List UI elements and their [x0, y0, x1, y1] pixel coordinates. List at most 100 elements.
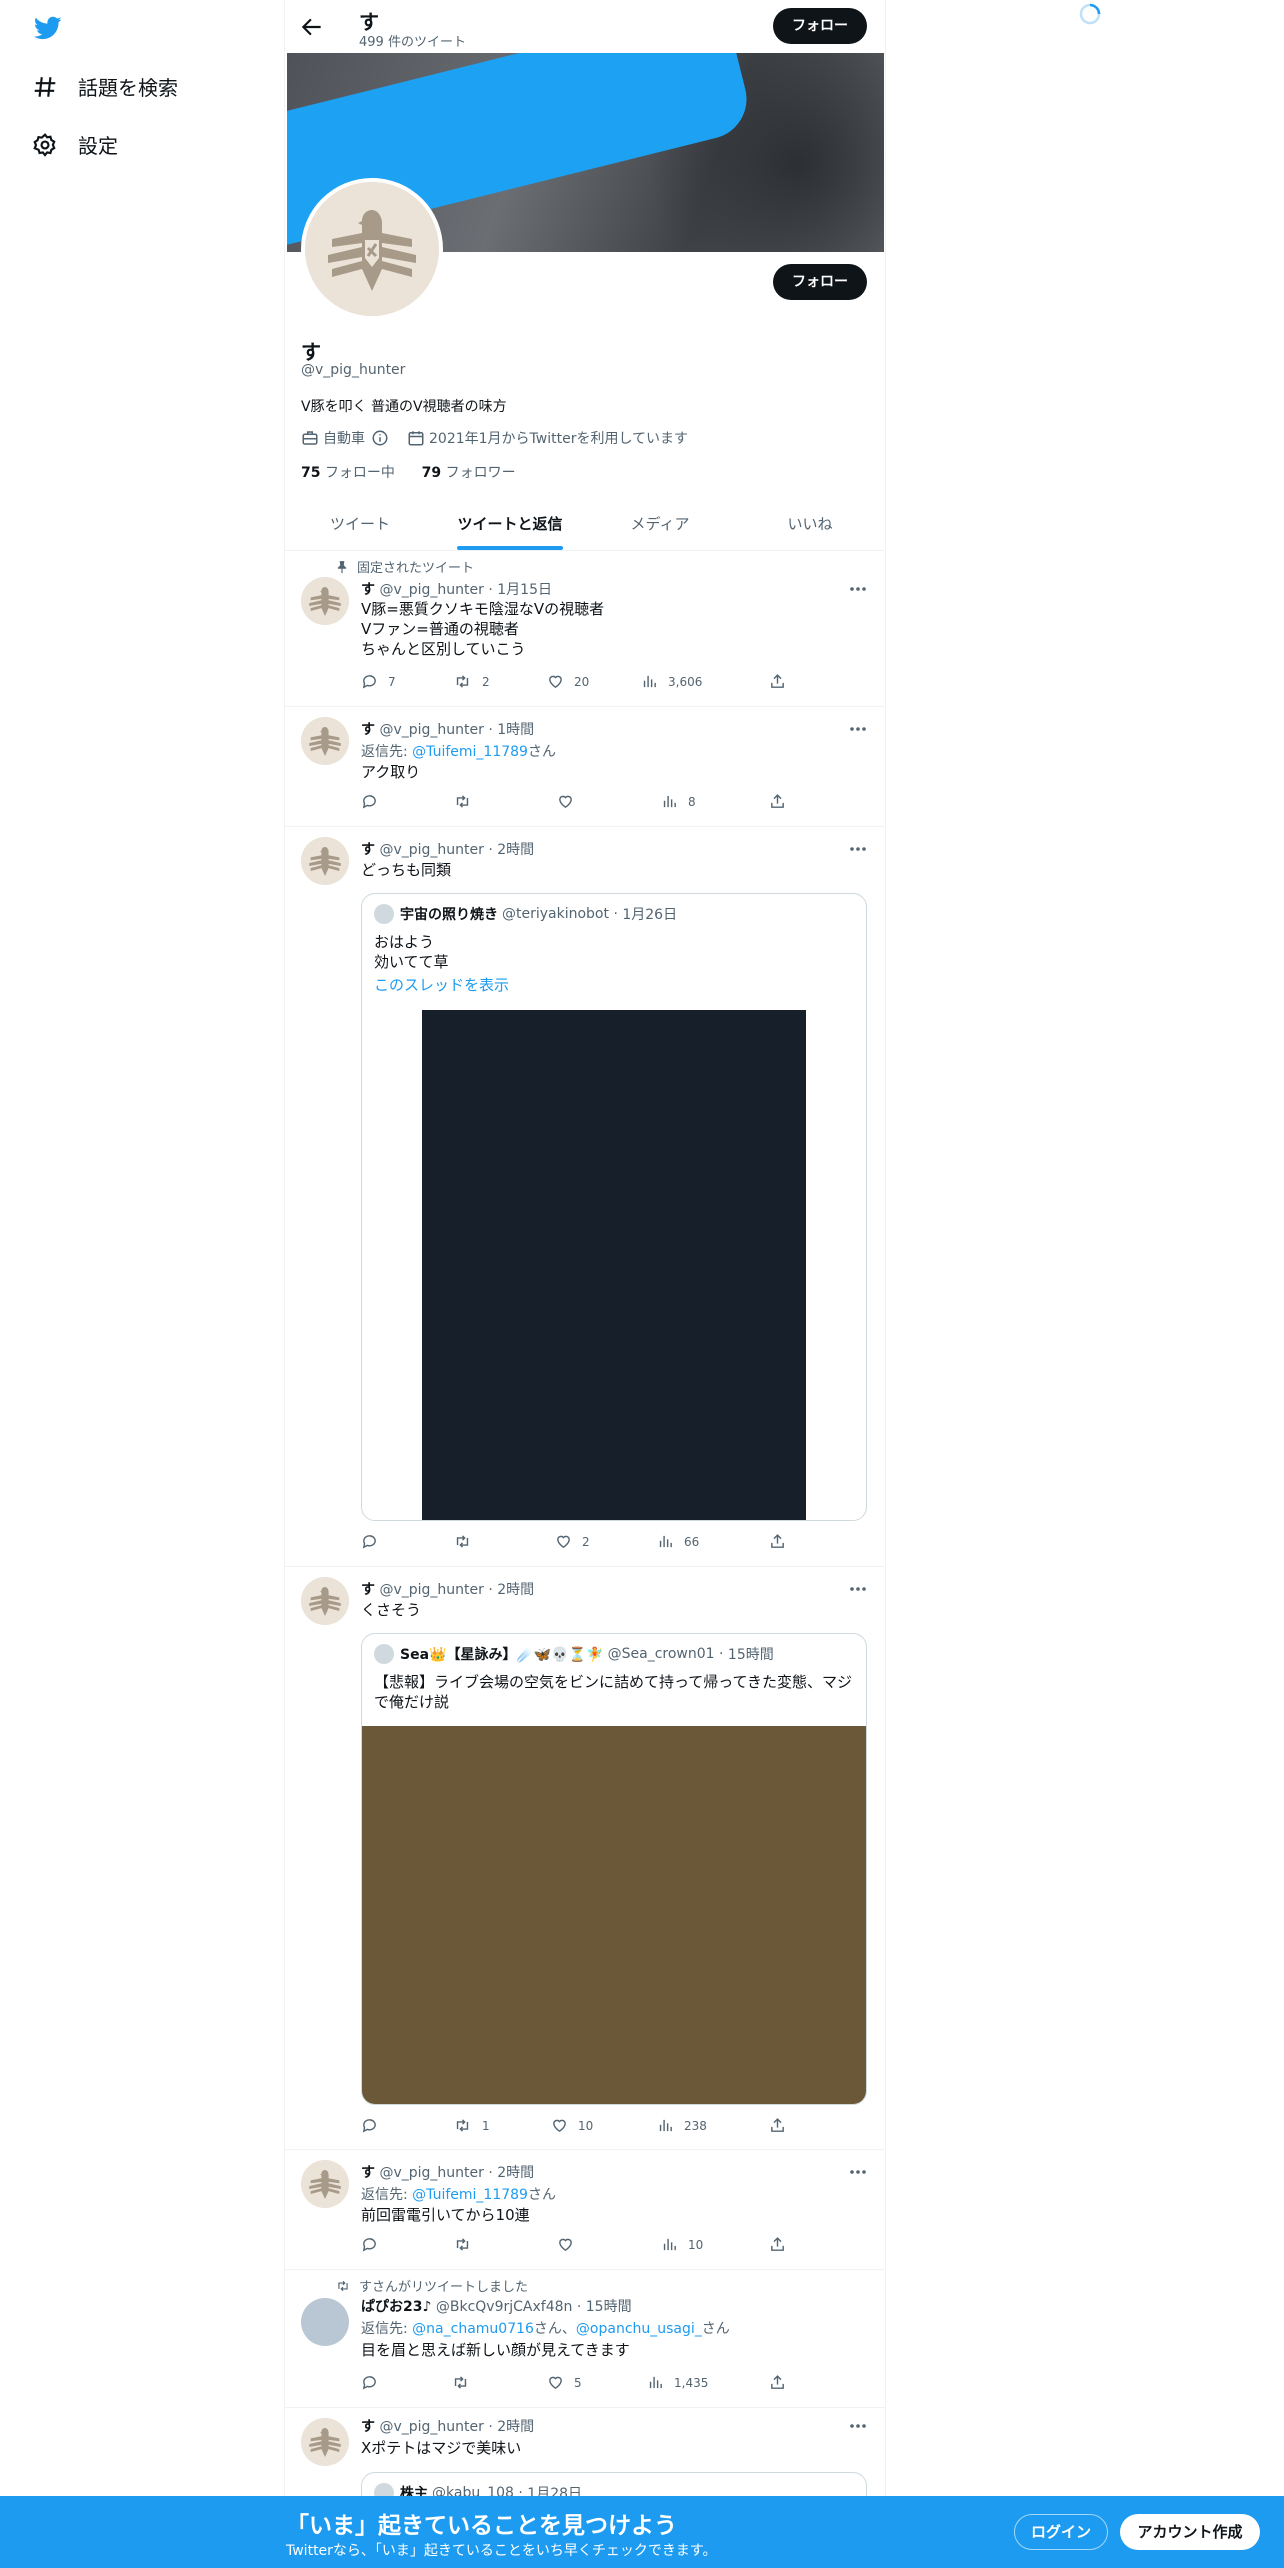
more-options-icon[interactable] [849, 1586, 867, 1592]
views-button[interactable]: 1,435 [647, 2374, 708, 2391]
tweet-author-name[interactable]: す [361, 582, 375, 598]
more-options-icon[interactable] [849, 726, 867, 732]
tweet-author-handle[interactable]: @v_pig_hunter [379, 722, 483, 738]
reply-to-link[interactable]: @Tuifemi_11789 [412, 2187, 528, 2203]
back-arrow-icon[interactable] [299, 14, 325, 40]
header-follow-button[interactable]: フォロー [773, 8, 867, 44]
profile-avatar[interactable] [301, 178, 443, 320]
reply-button[interactable] [361, 793, 388, 810]
like-button[interactable]: 10 [551, 2117, 593, 2134]
tweet-author-handle[interactable]: @v_pig_hunter [379, 2165, 483, 2181]
tweet-avatar[interactable] [301, 2298, 349, 2346]
like-button[interactable] [557, 793, 584, 810]
quoted-media-image[interactable] [362, 1726, 866, 2104]
tweet-author-name[interactable]: ぱぴお23♪ [361, 2299, 431, 2315]
tweet[interactable]: す @v_pig_hunter · 1時間 返信先: @Tuifemi_1178… [285, 707, 885, 827]
more-options-icon[interactable] [849, 2169, 867, 2175]
tweet-avatar[interactable] [301, 837, 349, 885]
tweet-author-handle[interactable]: @v_pig_hunter [379, 1582, 483, 1598]
tweet-time[interactable]: 2時間 [497, 2419, 534, 2435]
views-button[interactable]: 238 [657, 2117, 707, 2134]
tweet-avatar[interactable] [301, 2418, 349, 2466]
tweet-author-name[interactable]: す [361, 2165, 375, 2181]
reply-button[interactable] [361, 2236, 388, 2253]
following-count: 75 [301, 465, 321, 481]
tweet-time[interactable]: 2時間 [497, 1582, 534, 1598]
followers-link[interactable]: 79 フォロワー [422, 465, 516, 481]
views-button[interactable]: 10 [661, 2236, 703, 2253]
share-button[interactable] [769, 793, 796, 810]
tweet-author-name[interactable]: す [361, 2419, 375, 2435]
tweet-author-handle[interactable]: @BkcQv9rjCAxf48n [436, 2299, 573, 2315]
share-button[interactable] [769, 673, 796, 690]
share-button[interactable] [769, 2236, 796, 2253]
tweet[interactable]: 固定されたツイート す @v_pig_hunter · 1月15日 V豚=悪質ク… [285, 551, 885, 707]
views-button[interactable]: 66 [657, 1533, 699, 1550]
like-button[interactable]: 2 [555, 1533, 590, 1550]
tweet-author-name[interactable]: す [361, 1582, 375, 1598]
reply-to-link-2[interactable]: @opanchu_usagi_ [576, 2321, 702, 2337]
views-button[interactable]: 8 [661, 793, 696, 810]
like-button[interactable] [557, 2236, 584, 2253]
views-button[interactable]: 3,606 [641, 673, 702, 690]
reply-button[interactable] [361, 1533, 388, 1550]
nav-settings[interactable]: 設定 [32, 130, 118, 159]
tab-media[interactable]: メディア [585, 498, 735, 550]
tweet-time[interactable]: 2時間 [497, 842, 534, 858]
tweet-author-handle[interactable]: @v_pig_hunter [379, 582, 483, 598]
retweet-button[interactable]: 2 [453, 673, 490, 690]
like-button[interactable]: 20 [547, 673, 589, 690]
quoted-media-image[interactable] [422, 1010, 806, 1520]
share-button[interactable] [769, 2374, 796, 2391]
followers-count: 79 [421, 465, 442, 481]
like-button[interactable]: 5 [547, 2374, 582, 2391]
login-button[interactable]: ログイン [1014, 2514, 1108, 2550]
tweet-author-handle[interactable]: @v_pig_hunter [379, 842, 483, 858]
more-options-icon[interactable] [849, 2423, 867, 2429]
tweet[interactable]: す @v_pig_hunter · 2時間 返信先: @Tuifemi_1178… [285, 2150, 885, 2270]
create-account-button[interactable]: アカウント作成 [1120, 2514, 1260, 2550]
share-button[interactable] [769, 1533, 796, 1550]
nav-explore[interactable]: 話題を検索 [32, 72, 178, 101]
tweet-time[interactable]: 1時間 [497, 722, 534, 738]
retweet-button[interactable] [453, 793, 482, 810]
reply-to-link[interactable]: @Tuifemi_11789 [412, 744, 528, 760]
tweet-avatar[interactable] [301, 717, 349, 765]
tab-likes[interactable]: いいね [735, 498, 885, 550]
retweet-button[interactable] [451, 2374, 480, 2391]
tweet-avatar[interactable] [301, 2160, 349, 2208]
retweet-button[interactable] [453, 2236, 482, 2253]
tweet-time[interactable]: 15時間 [586, 2299, 632, 2315]
show-thread-link[interactable]: このスレッドを表示 [374, 974, 509, 995]
retweet-button[interactable] [453, 1533, 482, 1550]
share-button[interactable] [769, 2117, 796, 2134]
twitter-bird-icon[interactable] [32, 14, 64, 42]
tweet-avatar[interactable] [301, 1577, 349, 1625]
tweet[interactable]: すさんがリツイートしました ぱぴお23♪ @BkcQv9rjCAxf48n · … [285, 2270, 885, 2408]
tab-tweets[interactable]: ツイート [285, 498, 435, 550]
tweet[interactable]: す @v_pig_hunter · 2時間 くさそう Sea👑【星詠み】☄️🦋💀… [285, 1567, 885, 2150]
following-link[interactable]: 75 フォロー中 [301, 465, 395, 481]
tweet[interactable]: す @v_pig_hunter · 2時間 どっちも同類 宇宙の照り焼き @ter… [285, 827, 885, 1567]
retweet-icon [456, 795, 469, 808]
tweet-author-handle[interactable]: @v_pig_hunter [379, 2419, 483, 2435]
tab-tweets-and-replies[interactable]: ツイートと返信 [435, 498, 585, 550]
reply-button[interactable]: 7 [361, 673, 396, 690]
reply-button[interactable] [361, 2374, 388, 2391]
reply-button[interactable] [361, 2117, 388, 2134]
tweet-time[interactable]: 1月15日 [497, 582, 552, 598]
tweet-author-name[interactable]: す [361, 842, 375, 858]
reply-to-link[interactable]: @na_chamu0716 [412, 2321, 534, 2337]
profile-follow-button[interactable]: フォロー [773, 264, 867, 300]
more-options-icon[interactable] [849, 586, 867, 592]
more-options-icon[interactable] [849, 846, 867, 852]
quoted-tweet[interactable]: 宇宙の照り焼き @teriyakinobot · 1月26日 おはよう 効いてて草… [361, 893, 867, 1521]
quoted-tweet[interactable]: Sea👑【星詠み】☄️🦋💀⏳🧚 @Sea_crown01 · 15時間 【悲報】ラ… [361, 1633, 867, 2105]
retweet-button[interactable]: 1 [453, 2117, 490, 2134]
tweet-avatar[interactable] [301, 577, 349, 625]
tweet-time[interactable]: 2時間 [497, 2165, 534, 2181]
tweet-context-label[interactable]: すさんがリツイートしました [359, 2276, 528, 2295]
quoted-tweet-header: 宇宙の照り焼き @teriyakinobot · 1月26日 [374, 904, 677, 924]
info-icon[interactable] [371, 429, 389, 447]
tweet-author-name[interactable]: す [361, 722, 375, 738]
